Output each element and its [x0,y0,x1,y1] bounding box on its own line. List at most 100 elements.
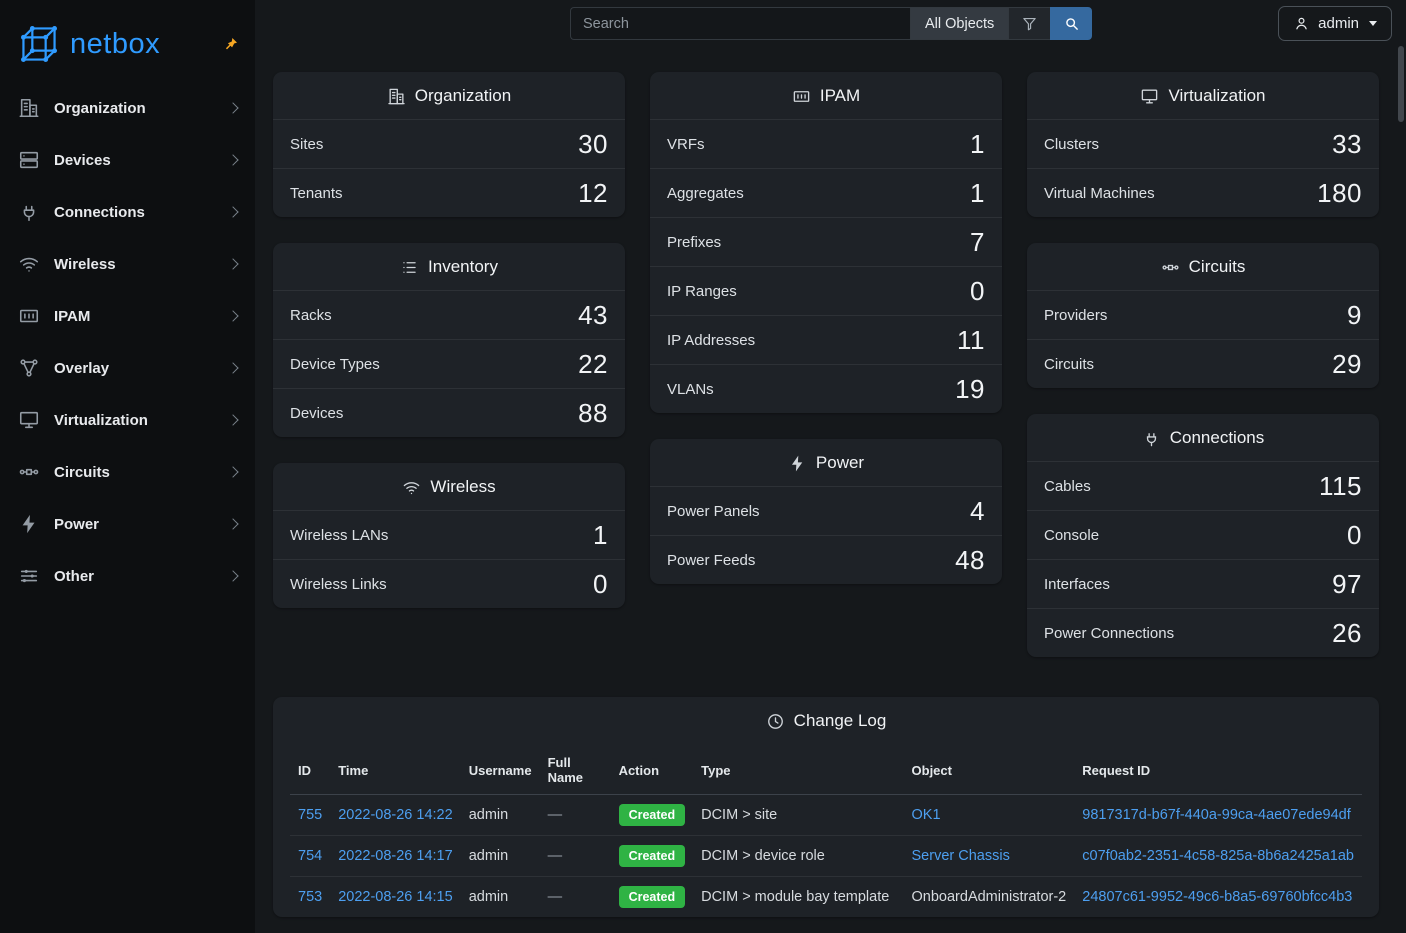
object-type-dropdown[interactable]: All Objects [910,7,1008,40]
card-title: Connections [1170,428,1265,448]
stat-label: VRFs [667,136,705,153]
stat-value: 11 [957,327,985,353]
stat-row-device-types[interactable]: Device Types 22 [273,339,625,388]
stat-row-power-feeds[interactable]: Power Feeds 48 [650,535,1002,584]
stat-row-console[interactable]: Console 0 [1027,510,1379,559]
sidebar-item-devices[interactable]: Devices [0,134,255,186]
sidebar-item-wireless[interactable]: Wireless [0,238,255,290]
sidebar-item-overlay[interactable]: Overlay [0,342,255,394]
sidebar-item-connections[interactable]: Connections [0,186,255,238]
brand[interactable]: netbox [0,10,255,82]
change-time-link[interactable]: 2022-08-26 14:17 [338,848,453,864]
change-id-link[interactable]: 755 [298,807,322,823]
search-button[interactable] [1050,7,1092,40]
sidebar-item-ipam[interactable]: IPAM [0,290,255,342]
stat-label: Circuits [1044,356,1094,373]
stat-row-ip-ranges[interactable]: IP Ranges 0 [650,266,1002,315]
type-cell: DCIM > device role [701,848,825,864]
stat-value: 22 [578,351,608,377]
stat-row-ip-addresses[interactable]: IP Addresses 11 [650,315,1002,364]
stat-label: Providers [1044,307,1107,324]
stat-label: Console [1044,527,1099,544]
change-time-link[interactable]: 2022-08-26 14:22 [338,807,453,823]
stat-row-racks[interactable]: Racks 43 [273,290,625,339]
request-id-link[interactable]: 24807c61-9952-49c6-b8a5-69760bfcc4b3 [1082,889,1352,905]
stat-value: 0 [593,571,608,597]
column-header-id: ID [290,746,330,795]
stat-row-vrfs[interactable]: VRFs 1 [650,119,1002,168]
stat-row-clusters[interactable]: Clusters 33 [1027,119,1379,168]
stat-row-aggregates[interactable]: Aggregates 1 [650,168,1002,217]
sidebar-item-virtualization[interactable]: Virtualization [0,394,255,446]
monitor-icon [1140,87,1159,106]
stat-row-wireless-links[interactable]: Wireless Links 0 [273,559,625,608]
stat-row-power-connections[interactable]: Power Connections 26 [1027,608,1379,657]
netbox-logo-icon [18,24,60,64]
stat-label: Sites [290,136,323,153]
card-circuits: Circuits Providers 9 Circuits 29 [1027,243,1379,388]
search-input[interactable] [570,7,910,40]
stat-label: Tenants [290,185,343,202]
sidebar-item-label: Devices [54,152,111,169]
chevron-right-icon [227,310,238,321]
stat-row-sites[interactable]: Sites 30 [273,119,625,168]
stat-label: IP Addresses [667,332,755,349]
monitor-icon [18,409,40,431]
sidebar-item-circuits[interactable]: Circuits [0,446,255,498]
card-ipam-header: IPAM [650,72,1002,119]
stat-row-devices[interactable]: Devices 88 [273,388,625,437]
sidebar-item-power[interactable]: Power [0,498,255,550]
stat-row-power-panels[interactable]: Power Panels 4 [650,486,1002,535]
change-id-link[interactable]: 753 [298,889,322,905]
card-circuits-header: Circuits [1027,243,1379,290]
pin-sidebar-icon[interactable] [223,36,239,57]
stat-value: 1 [970,131,985,157]
table-row: 754 2022-08-26 14:17 admin — Created DCI… [290,836,1362,877]
column-header-object: Object [904,746,1075,795]
stat-row-interfaces[interactable]: Interfaces 97 [1027,559,1379,608]
action-badge: Created [619,804,686,826]
card-virtualization-header: Virtualization [1027,72,1379,119]
chevron-right-icon [227,414,238,425]
change-time-link[interactable]: 2022-08-26 14:15 [338,889,453,905]
stat-label: Cables [1044,478,1091,495]
stat-row-circuits[interactable]: Circuits 29 [1027,339,1379,388]
sidebar-item-label: IPAM [54,308,90,325]
stat-row-cables[interactable]: Cables 115 [1027,461,1379,510]
request-id-link[interactable]: c07f0ab2-2351-4c58-825a-8b6a2425a1ab [1082,848,1354,864]
stat-row-prefixes[interactable]: Prefixes 7 [650,217,1002,266]
chevron-right-icon [227,102,238,113]
type-cell: DCIM > module bay template [701,889,889,905]
table-row: 755 2022-08-26 14:22 admin — Created DCI… [290,795,1362,836]
object-link[interactable]: OK1 [912,807,941,823]
stat-row-tenants[interactable]: Tenants 12 [273,168,625,217]
sidebar-item-label: Overlay [54,360,109,377]
full-name-cell: — [548,848,563,864]
brand-name: netbox [70,28,160,61]
stat-row-vlans[interactable]: VLANs 19 [650,364,1002,413]
scrollbar[interactable] [1398,46,1404,122]
stat-row-providers[interactable]: Providers 9 [1027,290,1379,339]
stat-value: 97 [1332,571,1362,597]
stat-row-virtual-machines[interactable]: Virtual Machines 180 [1027,168,1379,217]
stat-row-wireless-lans[interactable]: Wireless LANs 1 [273,510,625,559]
main-area: All Objects admin [255,0,1406,933]
filter-button[interactable] [1008,7,1050,40]
user-menu-label: admin [1318,15,1359,32]
chevron-right-icon [227,466,238,477]
username-cell: admin [469,889,509,905]
stat-value: 7 [970,229,985,255]
user-menu-button[interactable]: admin [1278,6,1392,41]
sidebar-item-other[interactable]: Other [0,550,255,602]
card-title: Power [816,453,864,473]
username-cell: admin [469,848,509,864]
history-clock-icon [766,712,785,731]
request-id-link[interactable]: 9817317d-b67f-440a-99ca-4ae07ede94df [1082,807,1350,823]
sidebar-item-organization[interactable]: Organization [0,82,255,134]
server-icon [18,149,40,171]
object-link[interactable]: Server Chassis [912,848,1010,864]
sidebar: netbox Organization Devices [0,0,255,933]
card-title: Organization [415,86,511,106]
change-id-link[interactable]: 754 [298,848,322,864]
stat-label: Device Types [290,356,380,373]
